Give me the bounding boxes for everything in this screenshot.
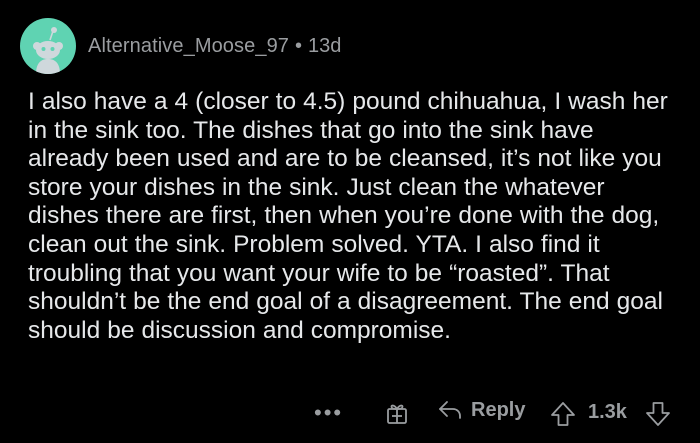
reply-label: Reply (471, 398, 526, 421)
downvote-arrow-icon (646, 402, 670, 426)
comment-age: 13d (308, 34, 342, 57)
more-options-button[interactable]: ••• (314, 400, 343, 426)
comment-body: I also have a 4 (closer to 4.5) pound ch… (28, 88, 668, 344)
upvote-arrow-icon (551, 402, 575, 426)
reply-arrow-icon (439, 401, 461, 419)
avatar[interactable] (20, 18, 76, 74)
comment: Alternative_Moose_97 • 13d I also have a… (0, 0, 700, 443)
gift-award-icon (387, 404, 407, 424)
author-name[interactable]: Alternative_Moose_97 (88, 35, 289, 58)
vote-score: 1.3k (588, 401, 627, 423)
snoo-avatar-icon (33, 27, 63, 74)
comment-actions: ••• Reply 1.3k (0, 394, 700, 434)
downvote-button[interactable] (644, 400, 672, 433)
meta-separator: • (295, 34, 303, 57)
upvote-button[interactable] (549, 400, 577, 433)
award-button[interactable] (384, 400, 410, 431)
reply-button[interactable]: Reply (437, 398, 525, 422)
comment-header: Alternative_Moose_97 • 13d (20, 18, 341, 74)
